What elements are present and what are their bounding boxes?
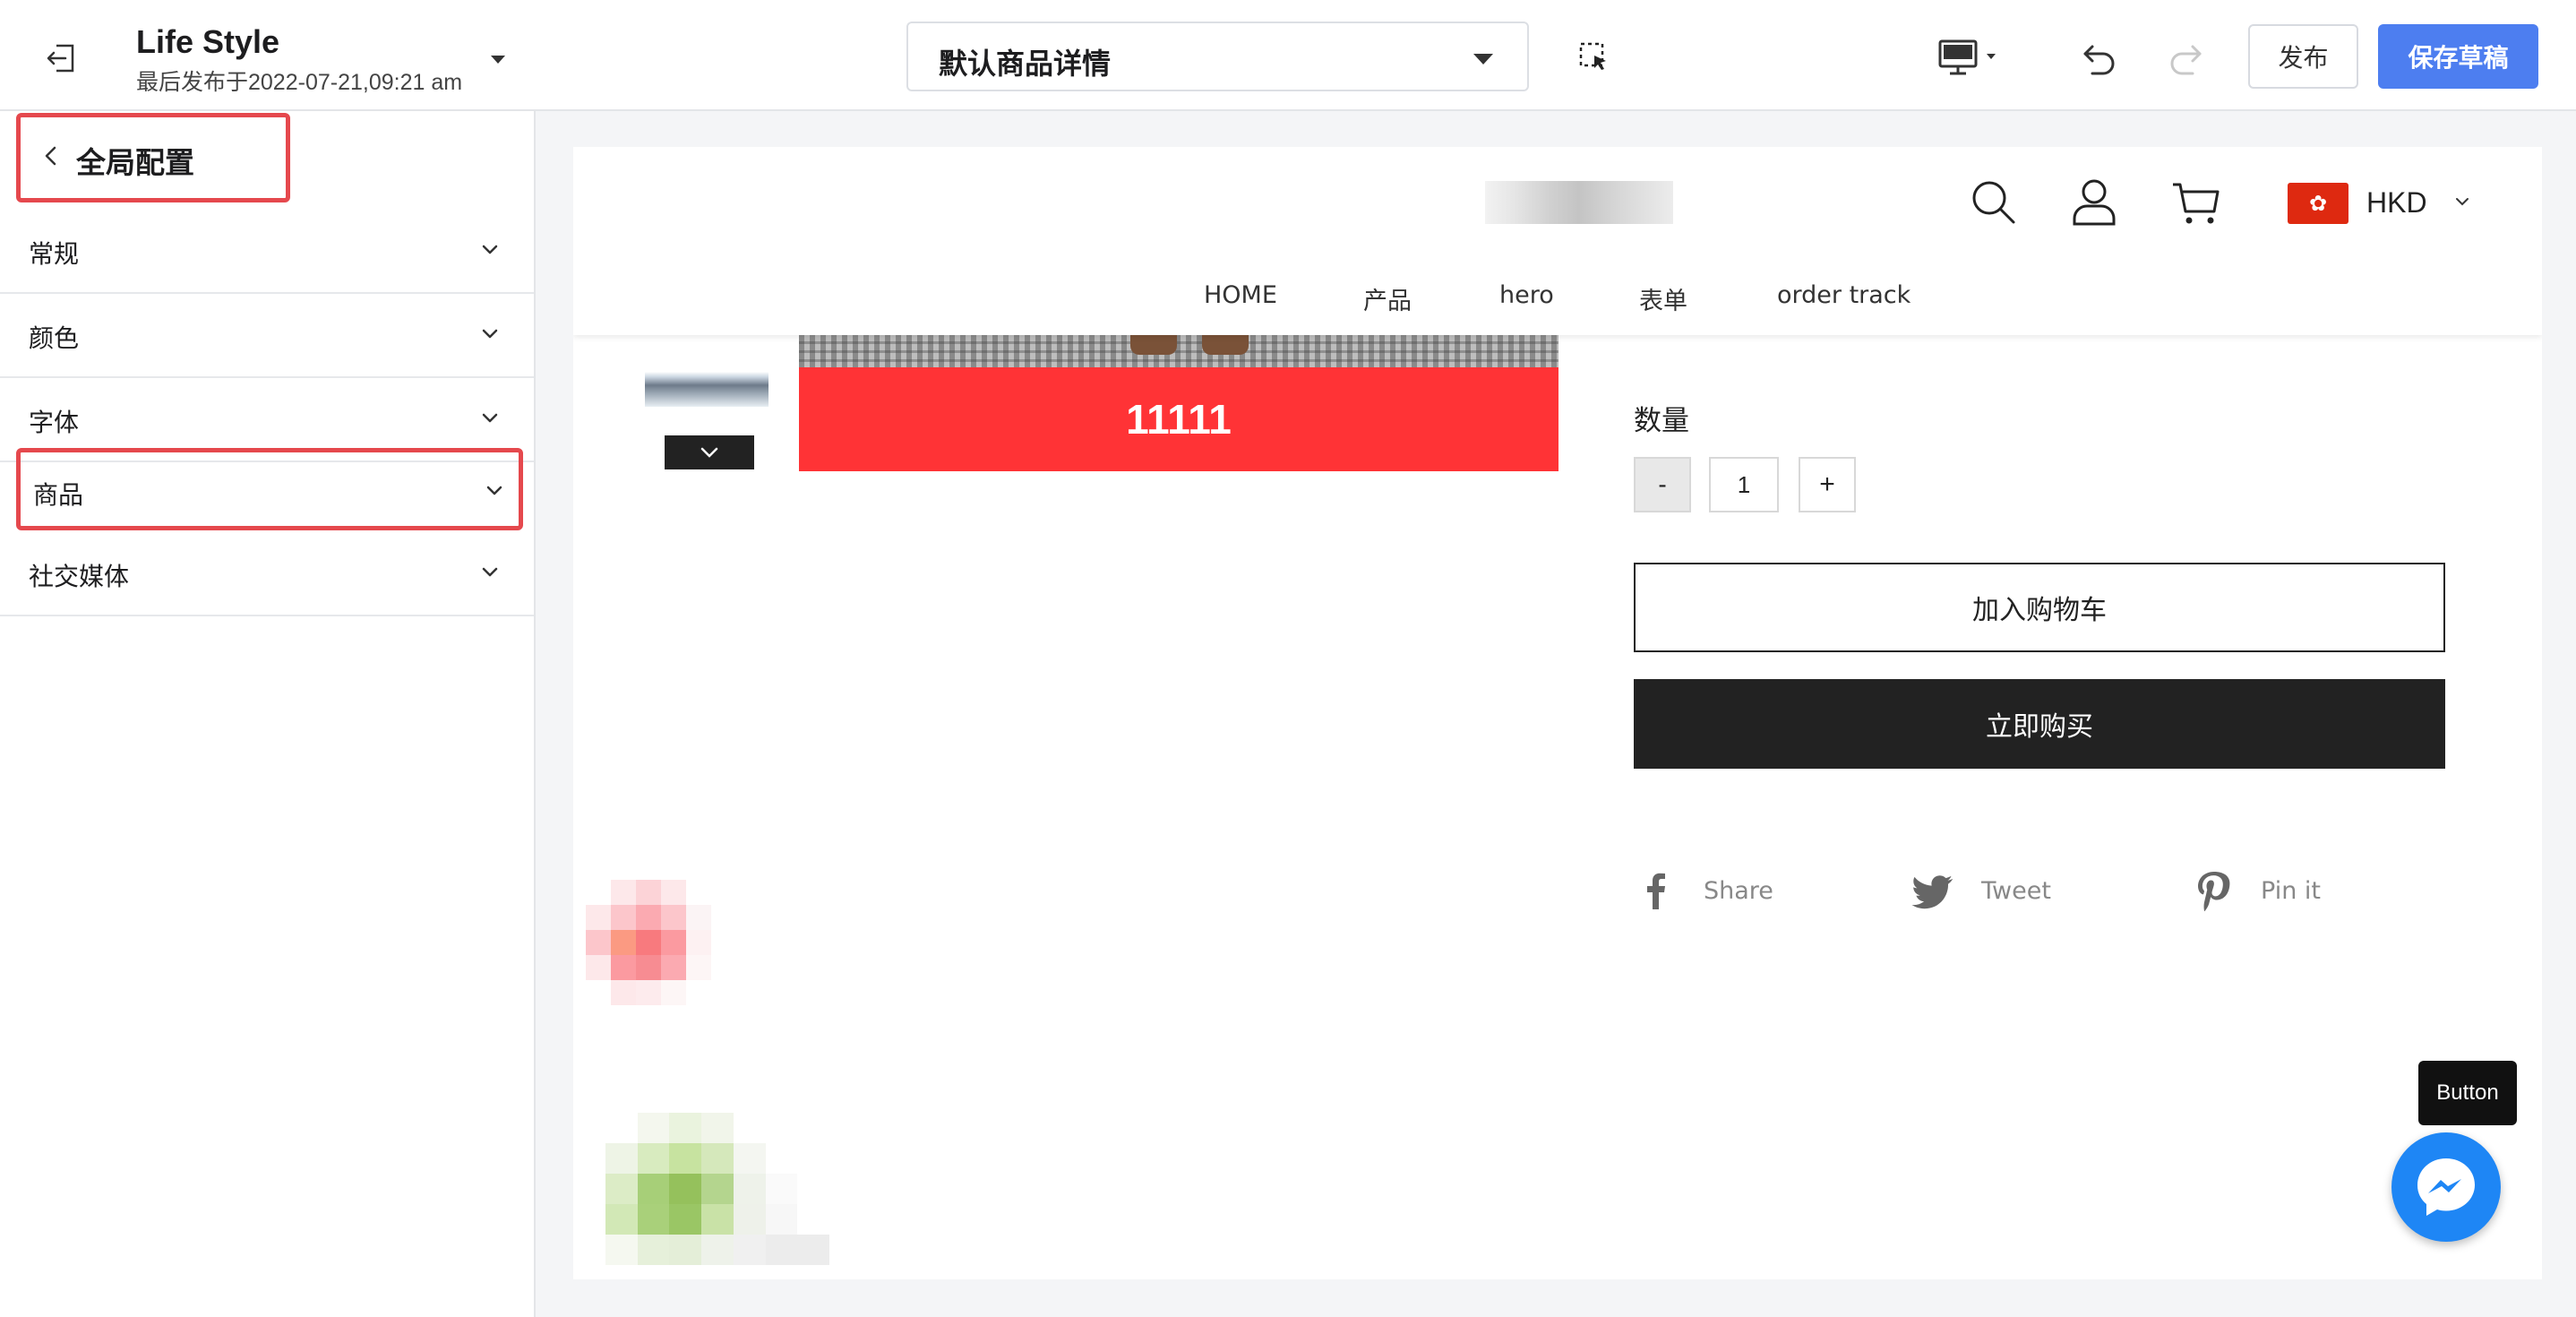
quantity-increase-button[interactable]: + bbox=[1799, 457, 1856, 512]
nav-item-hero[interactable]: hero bbox=[1499, 281, 1554, 309]
caret-down-icon bbox=[1473, 54, 1493, 65]
exit-button[interactable] bbox=[39, 36, 84, 81]
blurred-image-red bbox=[586, 880, 711, 1005]
chevron-down-icon bbox=[486, 486, 502, 495]
inspect-select-icon bbox=[1579, 42, 1606, 70]
desktop-device-icon bbox=[1938, 39, 1996, 75]
exit-icon bbox=[47, 44, 74, 73]
share-label: Pin it bbox=[2261, 876, 2321, 905]
pinterest-icon bbox=[2198, 872, 2230, 912]
chevron-left-icon[interactable] bbox=[40, 144, 64, 168]
inspect-select-button[interactable] bbox=[1576, 39, 1612, 75]
chevron-down-icon[interactable] bbox=[2452, 192, 2472, 211]
nav-item-order-track[interactable]: order track bbox=[1777, 281, 1911, 309]
last-published-text: 最后发布于2022-07-21,09:21 am bbox=[136, 70, 463, 95]
publish-button[interactable]: 发布 bbox=[2248, 24, 2358, 89]
store-preview-canvas: ✿ HKD HOME 产品 hero 表单 order track 11111 … bbox=[573, 147, 2542, 1279]
site-title: Life Style bbox=[136, 23, 280, 60]
nav-item-home[interactable]: HOME bbox=[1204, 281, 1277, 309]
cart-icon[interactable] bbox=[2169, 176, 2223, 229]
undo-button[interactable] bbox=[2080, 38, 2119, 77]
hong-kong-flag-icon[interactable]: ✿ bbox=[2288, 183, 2348, 224]
facebook-icon bbox=[1647, 873, 1665, 909]
section-label: 商品 bbox=[33, 481, 84, 509]
caret-down-icon[interactable] bbox=[491, 56, 505, 64]
add-to-cart-button[interactable]: 加入购物车 bbox=[1634, 563, 2445, 652]
share-label: Tweet bbox=[1981, 876, 2051, 905]
thumbnail-scroll-down-button[interactable] bbox=[665, 435, 754, 469]
quantity-label: 数量 bbox=[1634, 405, 1689, 436]
chevron-down-icon bbox=[700, 447, 718, 458]
undo-icon bbox=[2083, 45, 2115, 75]
global-config-header[interactable]: 全局配置 bbox=[16, 113, 290, 202]
store-nav: HOME 产品 hero 表单 order track bbox=[573, 281, 2542, 317]
share-facebook-link[interactable]: Share bbox=[1634, 864, 1773, 917]
redo-icon bbox=[2170, 45, 2202, 75]
blurred-image-green bbox=[605, 1113, 829, 1265]
page-template-select[interactable]: 默认商品详情 bbox=[906, 22, 1529, 91]
section-label: 社交媒体 bbox=[29, 563, 130, 590]
section-general[interactable]: 常规 bbox=[0, 210, 534, 294]
product-image-detail bbox=[1202, 335, 1249, 355]
product-thumbnail[interactable] bbox=[645, 353, 769, 407]
store-header: ✿ HKD HOME 产品 hero 表单 order track bbox=[573, 147, 2542, 335]
section-label: 常规 bbox=[29, 240, 80, 268]
device-switch-button[interactable] bbox=[1936, 36, 2008, 79]
section-label: 字体 bbox=[29, 409, 80, 436]
search-icon[interactable] bbox=[1967, 176, 2021, 229]
nav-item-forms[interactable]: 表单 bbox=[1639, 281, 1687, 316]
store-logo[interactable] bbox=[1485, 181, 1673, 224]
section-social-media[interactable]: 社交媒体 bbox=[0, 532, 534, 616]
messenger-chat-button[interactable] bbox=[2391, 1132, 2501, 1242]
promo-banner: 11111 bbox=[799, 367, 1558, 471]
global-config-title: 全局配置 bbox=[76, 146, 194, 179]
redo-button[interactable] bbox=[2166, 38, 2205, 77]
nav-item-products[interactable]: 产品 bbox=[1363, 281, 1412, 316]
section-colors[interactable]: 颜色 bbox=[0, 294, 534, 378]
share-pinterest-link[interactable]: Pin it bbox=[2191, 864, 2321, 917]
currency-selector[interactable]: HKD bbox=[2366, 186, 2427, 220]
product-image-detail bbox=[1130, 335, 1177, 355]
chevron-down-icon bbox=[482, 329, 498, 339]
section-products[interactable]: 商品 bbox=[16, 448, 523, 530]
messenger-icon bbox=[2417, 1158, 2475, 1216]
save-draft-button[interactable]: 保存草稿 bbox=[2378, 24, 2538, 89]
chevron-down-icon bbox=[482, 413, 498, 423]
quantity-input[interactable]: 1 bbox=[1709, 457, 1779, 512]
share-twitter-link[interactable]: Tweet bbox=[1911, 864, 2051, 917]
buy-now-button[interactable]: 立即购买 bbox=[1634, 679, 2445, 769]
product-main-image[interactable] bbox=[799, 335, 1558, 371]
chevron-down-icon bbox=[482, 245, 498, 254]
button-tooltip: Button bbox=[2418, 1061, 2517, 1125]
top-toolbar: Life Style 最后发布于2022-07-21,09:21 am 默认商品… bbox=[0, 0, 2576, 111]
section-label: 颜色 bbox=[29, 324, 80, 352]
page-template-value: 默认商品详情 bbox=[939, 47, 1112, 80]
twitter-icon bbox=[1911, 875, 1953, 909]
quantity-decrease-button[interactable]: - bbox=[1634, 457, 1691, 512]
share-label: Share bbox=[1704, 876, 1773, 905]
account-icon[interactable] bbox=[2067, 176, 2121, 229]
chevron-down-icon bbox=[482, 567, 498, 577]
settings-sidebar: 全局配置 常规 颜色 字体 商品 社交媒体 bbox=[0, 111, 536, 1317]
